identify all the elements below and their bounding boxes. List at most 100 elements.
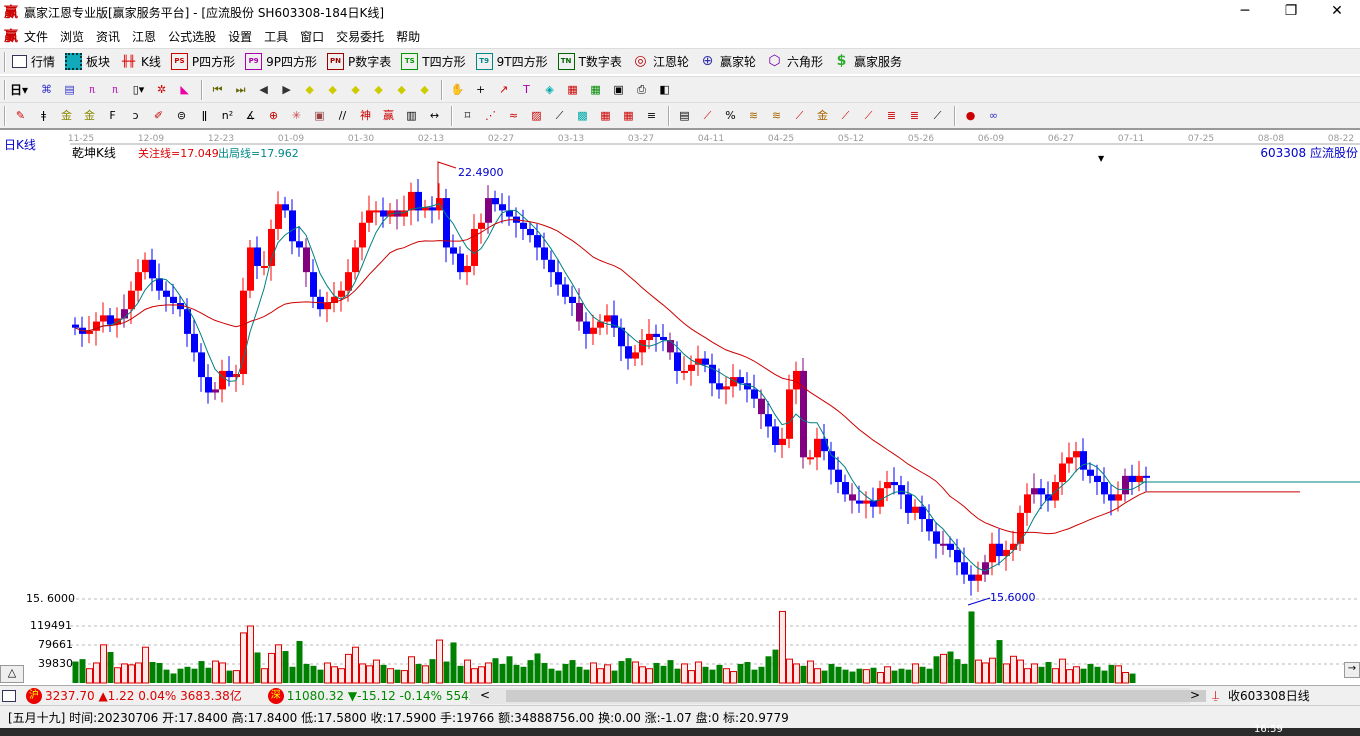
box-target-icon[interactable]: ▣ xyxy=(311,107,328,124)
t-square-button[interactable]: TS T四方形 xyxy=(399,53,466,70)
table-icon[interactable] xyxy=(2,689,16,702)
gann-wheel-button[interactable]: ◎ 江恩轮 xyxy=(630,53,689,70)
9t-square-button[interactable]: T9 9T四方形 xyxy=(474,53,548,70)
fan-icon[interactable]: ✐ xyxy=(150,107,167,124)
tool-g-icon[interactable]: ▦ xyxy=(597,107,614,124)
p-number-table-button[interactable]: PN P数字表 xyxy=(325,53,391,70)
expand-icon[interactable]: ◆ xyxy=(347,81,364,98)
menu-news[interactable]: 资讯 xyxy=(90,28,126,45)
9p-square-button[interactable]: P9 9P四方形 xyxy=(243,53,317,70)
circle-target-icon[interactable]: ⊕ xyxy=(265,107,282,124)
prev-icon[interactable]: ◀ xyxy=(255,81,272,98)
quotes-button[interactable]: 行情 xyxy=(10,53,55,70)
tool-c-icon[interactable]: ≈ xyxy=(505,107,522,124)
winner-wheel-button[interactable]: ⊕ 赢家轮 xyxy=(697,53,756,70)
candle-type-icon[interactable]: ▯▾ xyxy=(130,81,147,98)
collapse-button[interactable]: △ xyxy=(0,665,24,683)
crosshair-icon[interactable]: + xyxy=(472,81,489,98)
gold-i-icon[interactable]: ⟋ xyxy=(929,107,946,124)
measure-icon[interactable]: ↔ xyxy=(426,107,443,124)
gold-line2-icon[interactable]: 金 xyxy=(81,107,98,124)
menu-trade[interactable]: 交易委托 xyxy=(330,28,390,45)
ying-icon[interactable]: 赢 xyxy=(380,107,397,124)
shift-left-icon[interactable]: ◆ xyxy=(301,81,318,98)
minimize-button[interactable]: ─ xyxy=(1222,0,1268,24)
period-dropdown[interactable]: 日 ▾ xyxy=(10,81,28,98)
percent-icon[interactable]: % xyxy=(722,107,739,124)
gold-b-icon[interactable]: ≋ xyxy=(768,107,785,124)
sectors-button[interactable]: 板块 xyxy=(63,53,110,70)
parallel-lines-icon[interactable]: ǂ xyxy=(35,107,52,124)
tool-i-icon[interactable]: ≡ xyxy=(643,107,660,124)
kline-button[interactable]: ╫╫ K线 xyxy=(118,53,161,70)
chart-tool-icon[interactable]: ◈ xyxy=(541,81,558,98)
tool-h-icon[interactable]: ▦ xyxy=(620,107,637,124)
tool-e-icon[interactable]: ⟋ xyxy=(551,107,568,124)
globe-icon[interactable]: ● xyxy=(962,107,979,124)
text-tool-icon[interactable]: T xyxy=(518,81,535,98)
shift-right-icon[interactable]: ◆ xyxy=(324,81,341,98)
last-icon[interactable]: ⏭ xyxy=(232,81,249,98)
menu-gann[interactable]: 江恩 xyxy=(126,28,162,45)
table-lines-icon[interactable]: ▤ xyxy=(676,107,693,124)
ruler-icon[interactable]: ▥ xyxy=(403,107,420,124)
close-button[interactable]: ✕ xyxy=(1314,0,1360,24)
star-target-icon[interactable]: ✳ xyxy=(288,107,305,124)
fib-f-icon[interactable]: F xyxy=(104,107,121,124)
line-tool-icon[interactable]: ↗ xyxy=(495,81,512,98)
zoom-in-icon[interactable]: ◆ xyxy=(393,81,410,98)
print-icon[interactable]: ⎙ xyxy=(633,81,650,98)
wave3-icon[interactable]: ᥰ xyxy=(84,81,101,98)
copy-icon[interactable]: ◧ xyxy=(656,81,673,98)
gold-a-icon[interactable]: ≋ xyxy=(745,107,762,124)
cycle-icon[interactable]: ⊜ xyxy=(173,107,190,124)
menu-help[interactable]: 帮助 xyxy=(390,28,426,45)
fib-icon[interactable]: ⟋ xyxy=(699,107,716,124)
next-icon[interactable]: ▶ xyxy=(278,81,295,98)
shrink-icon[interactable]: ◆ xyxy=(370,81,387,98)
slash-lines-icon[interactable]: // xyxy=(334,107,351,124)
menu-window[interactable]: 窗口 xyxy=(294,28,330,45)
zoom-out-icon[interactable]: ◆ xyxy=(416,81,433,98)
scrollbar-thumb[interactable] xyxy=(506,690,1206,702)
hand-icon[interactable]: ✋ xyxy=(449,81,466,98)
gold-h-icon[interactable]: ≣ xyxy=(906,107,923,124)
infinity-icon[interactable]: ∞ xyxy=(985,107,1002,124)
menu-formula[interactable]: 公式选股 xyxy=(162,28,222,45)
gold-e-icon[interactable]: ⟋ xyxy=(837,107,854,124)
calculator-icon[interactable]: ▦ xyxy=(587,81,604,98)
t-number-table-button[interactable]: TN T数字表 xyxy=(556,53,622,70)
number21-icon[interactable]: ▦ xyxy=(564,81,581,98)
kline-chart[interactable]: 11-25 12-09 12-23 01-09 01-30 02-13 02-27 03-13… xyxy=(0,128,1360,685)
hexagon-button[interactable]: ⬡ 六角形 xyxy=(764,53,823,70)
scroll-right-button[interactable]: > xyxy=(1190,688,1200,704)
time-lines-icon[interactable]: ǁ xyxy=(196,107,213,124)
n2-icon[interactable]: n² xyxy=(219,107,236,124)
tool-d-icon[interactable]: ▨ xyxy=(528,107,545,124)
restore-button[interactable]: ❐ xyxy=(1268,0,1314,24)
tool-a-icon[interactable]: ⌑ xyxy=(459,107,476,124)
first-icon[interactable]: ⏮ xyxy=(209,81,226,98)
formula-icon[interactable]: ✲ xyxy=(153,81,170,98)
menu-file[interactable]: 文件 xyxy=(18,28,54,45)
pattern-icon[interactable]: ⌘ xyxy=(38,81,55,98)
shen-icon[interactable]: 神 xyxy=(357,107,374,124)
tool-f-icon[interactable]: ▩ xyxy=(574,107,591,124)
pen-icon[interactable]: ✎ xyxy=(12,107,29,124)
save-image-icon[interactable]: ▣ xyxy=(610,81,627,98)
scrollbar[interactable]: < > xyxy=(470,688,1206,704)
menu-settings[interactable]: 设置 xyxy=(222,28,258,45)
menu-browse[interactable]: 浏览 xyxy=(54,28,90,45)
gold-d-icon[interactable]: 金 xyxy=(814,107,831,124)
scroll-right-button[interactable]: → xyxy=(1344,662,1360,678)
gold-g-icon[interactable]: ≣ xyxy=(883,107,900,124)
winner-service-button[interactable]: $ 赢家服务 xyxy=(831,53,902,70)
gold-line-icon[interactable]: 金 xyxy=(58,107,75,124)
tool-b-icon[interactable]: ⋰ xyxy=(482,107,499,124)
notes-icon[interactable]: ▤ xyxy=(61,81,78,98)
p-square-button[interactable]: PS P四方形 xyxy=(169,53,235,70)
angle-icon[interactable]: ∡ xyxy=(242,107,259,124)
wave9-icon[interactable]: ᥰ xyxy=(107,81,124,98)
menu-tools[interactable]: 工具 xyxy=(258,28,294,45)
gold-c-icon[interactable]: ⟋ xyxy=(791,107,808,124)
